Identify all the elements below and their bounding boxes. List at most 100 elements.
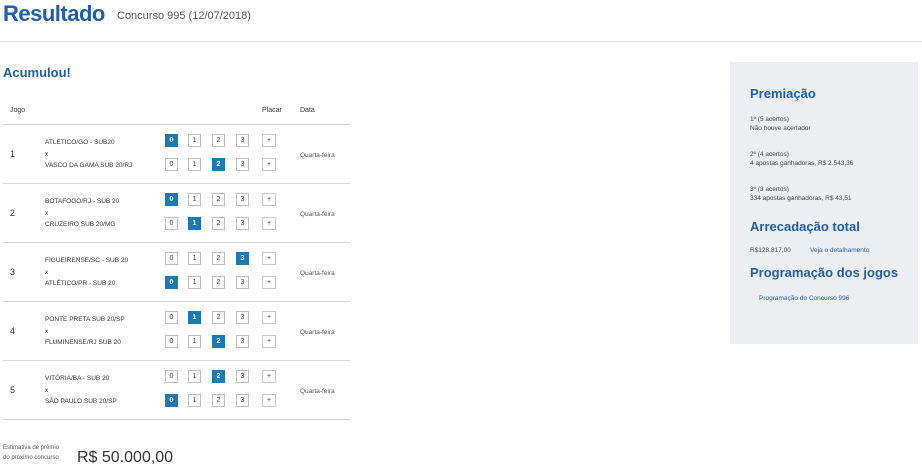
away-score-option[interactable]: 1 [188, 394, 201, 407]
prize-detail-1: Não houve acertador [750, 125, 811, 132]
away-score-option[interactable]: 0 [165, 276, 178, 289]
home-score-more-button[interactable]: + [262, 134, 276, 147]
prize-detail-2: 4 apostas ganhadoras, R$ 2.543,36 [750, 160, 854, 167]
home-score-option[interactable]: 0 [165, 193, 178, 206]
prize-detail-3: 334 apostas ganhadoras, R$ 43,51 [750, 195, 852, 202]
away-score-option[interactable]: 1 [188, 158, 201, 171]
home-score-option[interactable]: 2 [212, 311, 225, 324]
page-title: Resultado [3, 1, 105, 26]
prize-tier-1: 1º (5 acertos) [750, 116, 789, 123]
home-score-option[interactable]: 0 [165, 134, 178, 147]
arrecadacao-heading: Arrecadação total [750, 219, 860, 234]
home-score-option[interactable]: 2 [212, 370, 225, 383]
away-score-option[interactable]: 3 [236, 158, 249, 171]
table-bottom-divider [3, 419, 350, 420]
estimate-label-line2: do próximo concurso [3, 455, 59, 461]
detalhamento-link[interactable]: Veja o detalhamento [810, 246, 869, 255]
home-team: VITÓRIA/BA - SUB 20 [45, 375, 110, 382]
game-number: 4 [10, 326, 16, 336]
game-day: Quarta-feira [300, 211, 335, 218]
prize-tier-3: 3º (3 acertos) [750, 186, 789, 193]
versus-label: x [45, 269, 49, 276]
home-score-option[interactable]: 2 [212, 134, 225, 147]
status-heading: Acumulou! [3, 65, 71, 80]
away-score-option[interactable]: 3 [236, 276, 249, 289]
away-team: FLUMINENSE/RJ SUB 20 [45, 339, 121, 346]
game-row: 4 PONTE PRETA SUB 20/SP x FLUMINENSE/RJ SUB… [3, 301, 350, 361]
away-score-more-button[interactable]: + [262, 394, 276, 407]
col-header-placar: Placar [262, 107, 282, 114]
sidebar-panel: Premiação 1º (5 acertos) Não houve acert… [730, 62, 918, 344]
away-score-option[interactable]: 1 [188, 276, 201, 289]
away-score-option[interactable]: 1 [188, 335, 201, 348]
home-team: FIGUEIRENSE/SC - SUB 20 [45, 257, 129, 264]
away-score-more-button[interactable]: + [262, 158, 276, 171]
home-score-more-button[interactable]: + [262, 370, 276, 383]
versus-label: x [45, 328, 49, 335]
home-team: PONTE PRETA SUB 20/SP [45, 316, 125, 323]
home-score-option[interactable]: 3 [236, 370, 249, 383]
premiacao-heading: Premiação [750, 86, 816, 101]
estimate-label-line1: Estimativa de prêmio [3, 445, 60, 451]
away-team: CRUZEIRO SUB 20/MG [45, 221, 116, 228]
away-score-option[interactable]: 2 [212, 335, 225, 348]
home-score-option[interactable]: 1 [188, 134, 201, 147]
away-score-option[interactable]: 1 [188, 217, 201, 230]
game-number: 5 [10, 385, 16, 395]
away-score-option[interactable]: 3 [236, 335, 249, 348]
game-row: 5 VITÓRIA/BA - SUB 20 x SÃO PAULO SUB 20/SP… [3, 360, 350, 420]
home-score-option[interactable]: 0 [165, 311, 178, 324]
prize-tier-2: 2º (4 acertos) [750, 151, 789, 158]
game-number: 2 [10, 208, 16, 218]
away-score-option[interactable]: 2 [212, 158, 225, 171]
contest-subtitle: Concurso 995 (12/07/2018) [117, 10, 251, 22]
home-score-option[interactable]: 1 [188, 311, 201, 324]
home-score-option[interactable]: 1 [188, 370, 201, 383]
page-header: Resultado Concurso 995 (12/07/2018) [0, 0, 922, 42]
away-score-option[interactable]: 2 [212, 394, 225, 407]
home-team: ATLETICO/GO - SUB20 [45, 139, 115, 146]
away-score-more-button[interactable]: + [262, 335, 276, 348]
away-team: ATLÉTICO/PR - SUB 20 [45, 280, 116, 287]
programacao-heading: Programação dos jogos [750, 265, 899, 280]
programacao-link[interactable]: Programação do Concurso 996 [759, 294, 849, 303]
home-score-option[interactable]: 3 [236, 311, 249, 324]
game-row: 2 BOTAFOGO/RJ - SUB 20 x CRUZEIRO SUB 20/MG… [3, 183, 350, 243]
col-header-data: Data [300, 107, 315, 114]
home-score-option[interactable]: 1 [188, 193, 201, 206]
away-score-option[interactable]: 2 [212, 217, 225, 230]
away-score-option[interactable]: 0 [165, 217, 178, 230]
away-score-option[interactable]: 2 [212, 276, 225, 289]
away-score-option[interactable]: 0 [165, 335, 178, 348]
arrecadacao-value: R$128.817,00 [750, 247, 791, 254]
versus-label: x [45, 210, 49, 217]
game-day: Quarta-feira [300, 270, 335, 277]
game-day: Quarta-feira [300, 388, 335, 395]
home-score-option[interactable]: 3 [236, 252, 249, 265]
home-score-option[interactable]: 2 [212, 193, 225, 206]
home-score-option[interactable]: 2 [212, 252, 225, 265]
away-team: SÃO PAULO SUB 20/SP [45, 398, 117, 405]
game-row: 3 FIGUEIRENSE/SC - SUB 20 x ATLÉTICO/PR - S… [3, 242, 350, 302]
estimate-value: R$ 50.000,00 [77, 449, 174, 466]
away-score-more-button[interactable]: + [262, 276, 276, 289]
home-score-more-button[interactable]: + [262, 311, 276, 324]
away-score-option[interactable]: 3 [236, 394, 249, 407]
home-score-option[interactable]: 3 [236, 134, 249, 147]
away-score-option[interactable]: 0 [165, 394, 178, 407]
away-score-option[interactable]: 0 [165, 158, 178, 171]
home-team: BOTAFOGO/RJ - SUB 20 [45, 198, 120, 205]
home-score-more-button[interactable]: + [262, 193, 276, 206]
home-score-more-button[interactable]: + [262, 252, 276, 265]
versus-label: x [45, 151, 49, 158]
game-number: 1 [10, 149, 16, 159]
col-header-jogo: Jogo [10, 107, 26, 114]
home-score-option[interactable]: 3 [236, 193, 249, 206]
versus-label: x [45, 387, 49, 394]
home-score-option[interactable]: 1 [188, 252, 201, 265]
home-score-option[interactable]: 0 [165, 370, 178, 383]
away-team: VASCO DA GAMA SUB 20/RJ [45, 162, 133, 169]
home-score-option[interactable]: 0 [165, 252, 178, 265]
away-score-more-button[interactable]: + [262, 217, 276, 230]
away-score-option[interactable]: 3 [236, 217, 249, 230]
